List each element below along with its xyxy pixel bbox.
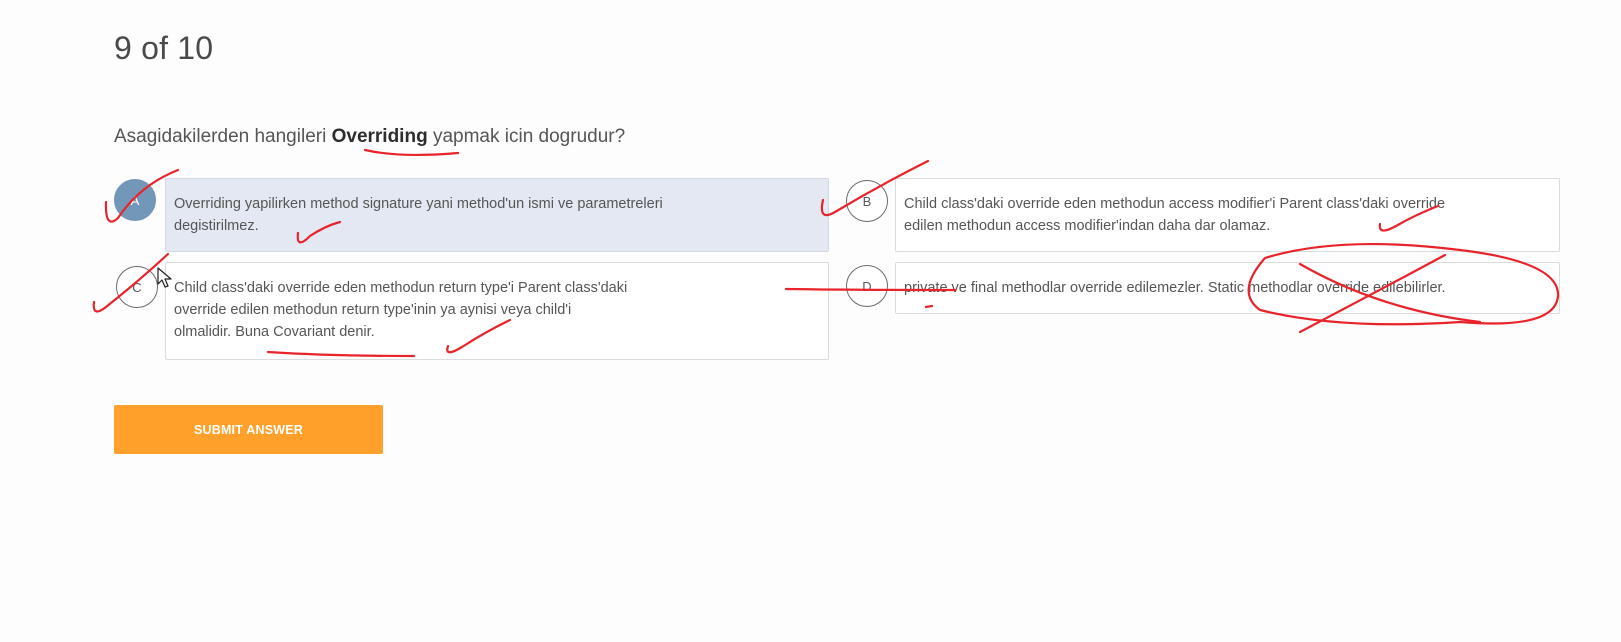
question-text: Asagidakilerden hangileri Overriding yap… [114,126,625,148]
option-c-box[interactable]: Child class'daki override eden methodun … [165,262,829,360]
option-a-badge[interactable]: A [114,179,156,221]
option-a-box[interactable]: Overriding yapilirken method signature y… [165,178,829,252]
question-suffix: yapmak icin dogrudur? [427,126,626,147]
option-b-text: Child class'daki override eden methodun … [904,196,1446,234]
submit-answer-button[interactable]: SUBMIT ANSWER [114,405,383,454]
quiz-progress: 9 of 10 [114,30,214,66]
question-prefix: Asagidakilerden hangileri [114,126,332,147]
option-d-badge[interactable]: D [846,265,888,307]
option-b-box[interactable]: Child class'daki override eden methodun … [895,178,1560,252]
option-d-text: private ve final methodlar override edil… [904,280,1446,296]
option-a-text: Overriding yapilirken method signature y… [174,196,663,234]
option-c-badge[interactable]: C [116,266,158,308]
option-d-box[interactable]: private ve final methodlar override edil… [895,262,1560,314]
option-c-text: Child class'daki override eden methodun … [174,280,628,340]
annotation-underline-overriding [363,148,460,157]
question-keyword: Overriding [331,126,428,147]
option-b-badge[interactable]: B [846,180,888,222]
